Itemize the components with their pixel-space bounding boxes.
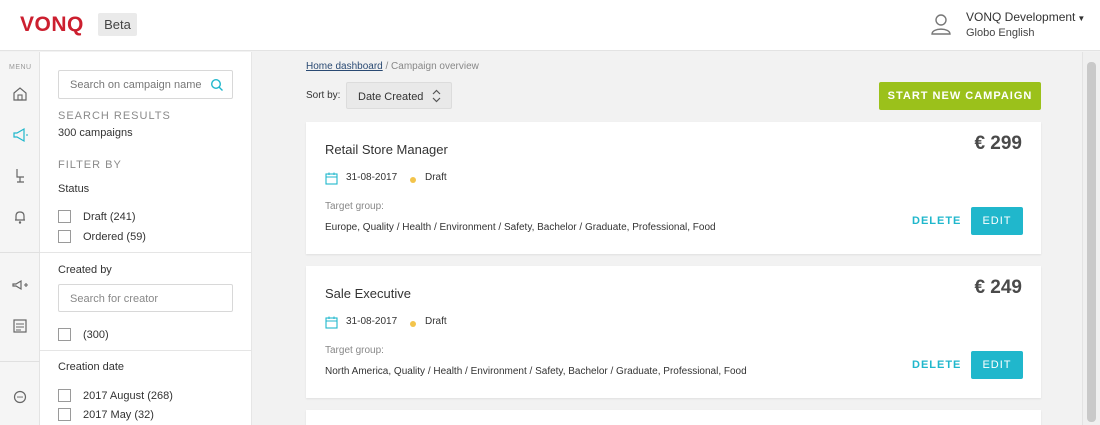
checkbox-label: Ordered (59) [83,230,146,243]
created-by-title: Created by [58,264,112,276]
creator-checkbox[interactable]: (300) [58,328,109,341]
campaign-date: 31-08-2017 [346,172,398,183]
icon-rail: MENU [0,52,40,425]
start-new-campaign-button[interactable]: START NEW CAMPAIGN [879,82,1041,110]
campaign-title[interactable]: Sale Executive [325,286,411,301]
filter-sidebar: Search on campaign name SEARCH RESULTS 3… [40,52,252,425]
filter-divider [40,350,252,351]
filter-by-title: FILTER BY [58,159,122,171]
status-ordered-checkbox[interactable]: Ordered (59) [58,230,146,243]
breadcrumb-home-link[interactable]: Home dashboard [306,61,383,72]
edit-button[interactable]: EDIT [971,207,1023,235]
checkbox-label: 2017 August (268) [83,389,173,402]
rail-divider [0,252,40,253]
checkbox-label: Draft (241) [83,210,136,223]
chat-icon[interactable] [11,388,29,406]
creator-placeholder: Search for creator [70,293,159,305]
sort-label: Sort by: [306,90,341,101]
status-dot [410,321,416,327]
campaign-title[interactable]: Retail Store Manager [325,142,448,157]
status-dot [410,177,416,183]
filter-divider [40,252,252,253]
delete-button[interactable]: DELETE [912,359,961,371]
home-icon[interactable] [11,85,29,103]
campaign-status: Draft [425,172,447,183]
checkbox[interactable] [58,389,71,402]
creator-search-input[interactable]: Search for creator [58,284,233,312]
chevron-down-icon: ▼ [1077,14,1086,23]
chair-icon[interactable] [11,167,29,185]
campaign-add-icon[interactable] [11,276,29,294]
beta-badge: Beta [98,13,137,36]
delete-button[interactable]: DELETE [912,215,961,227]
scrollbar-thumb[interactable] [1087,62,1096,422]
sort-value: Date Created [358,91,424,103]
campaign-price: € 249 [974,277,1022,298]
page-scrollbar[interactable] [1082,52,1100,425]
user-icon[interactable] [931,13,951,35]
campaign-card: Retail Store Manager € 299 31-08-2017 Dr… [306,122,1041,254]
target-group-label: Target group: [325,201,384,212]
campaign-card: Sale Executive € 249 31-08-2017 Draft Ta… [306,266,1041,398]
calendar-icon [325,172,338,185]
campaign-status: Draft [425,316,447,327]
account-organization: Globo English [966,27,1035,39]
campaign-date: 31-08-2017 [346,316,398,327]
campaign-search-input[interactable]: Search on campaign name [58,70,233,99]
sort-select[interactable]: Date Created [346,82,452,109]
checkbox[interactable] [58,328,71,341]
app-header: VONQ Beta VONQ Development ▼ Globo Englis… [0,0,1100,51]
creation-date-title: Creation date [58,361,125,373]
target-group-label: Target group: [325,345,384,356]
checkbox-label: 2017 May (32) [83,408,154,421]
bell-icon[interactable] [11,208,29,226]
calendar-icon [325,316,338,329]
account-menu[interactable]: VONQ Development ▼ [966,10,1085,24]
date-may-checkbox[interactable]: 2017 May (32) [58,408,154,421]
breadcrumb-current: / Campaign overview [385,61,479,72]
edit-button[interactable]: EDIT [971,351,1023,379]
checkbox[interactable] [58,408,71,421]
search-icon[interactable] [210,78,224,92]
status-draft-checkbox[interactable]: Draft (241) [58,210,136,223]
checkbox[interactable] [58,230,71,243]
results-count: 300 campaigns [58,127,133,139]
search-results-title: SEARCH RESULTS [58,110,171,122]
megaphone-icon[interactable] [11,126,29,144]
vonq-logo[interactable]: VONQ [20,13,84,37]
target-group-value: North America, Quality / Health / Enviro… [325,366,747,377]
target-group-value: Europe, Quality / Health / Environment /… [325,222,716,233]
status-filter-title: Status [58,183,90,195]
campaign-card [306,410,1041,425]
checkbox[interactable] [58,210,71,223]
campaign-price: € 299 [974,133,1022,154]
checkbox-label: (300) [83,328,109,341]
account-name: VONQ Development [966,10,1076,24]
search-placeholder: Search on campaign name [70,79,202,91]
date-august-checkbox[interactable]: 2017 August (268) [58,389,173,402]
document-icon[interactable] [11,317,29,335]
breadcrumb: Home dashboard / Campaign overview [306,61,479,72]
chevron-up-down-icon [432,89,441,103]
rail-divider [0,361,40,362]
rail-menu-label: MENU [9,64,32,71]
